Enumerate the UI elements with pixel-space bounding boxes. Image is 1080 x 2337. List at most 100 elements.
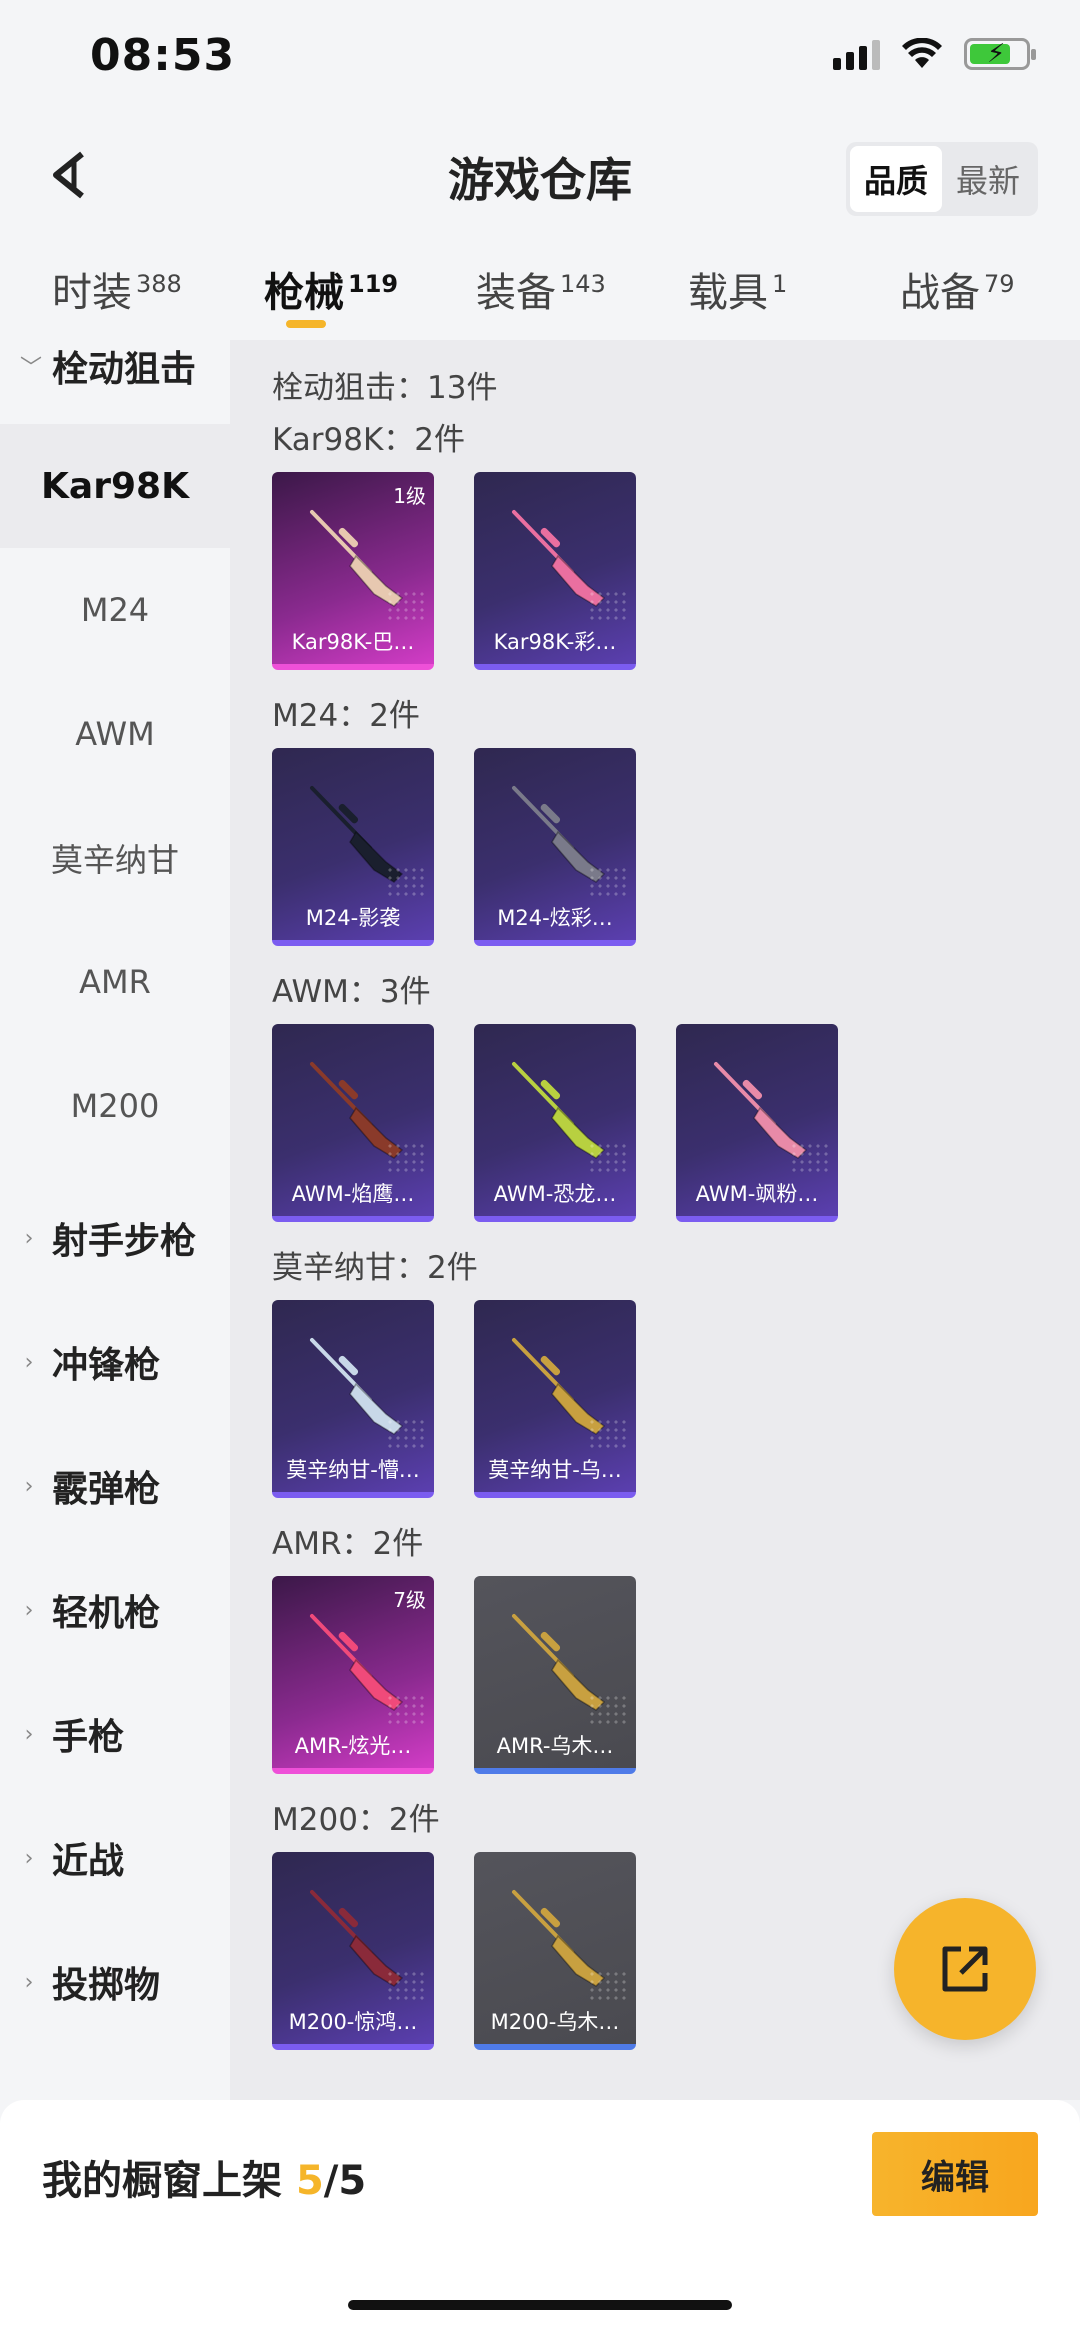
weapon-skin-card[interactable]: AWM-焰鹰… bbox=[272, 1024, 434, 1222]
weapon-skin-card[interactable]: M24-影袭 bbox=[272, 748, 434, 946]
skin-name: M200-惊鸿… bbox=[288, 2010, 418, 2034]
home-indicator bbox=[348, 2300, 732, 2310]
category-tabs: 时装 388 枪械 119 装备 143 载具 1 战备 79 bbox=[0, 240, 1080, 340]
weapon-skin-card[interactable]: Kar98K-彩… bbox=[474, 472, 636, 670]
skin-level-badge: 7级 bbox=[393, 1588, 426, 1612]
sidebar: ﹀ 栓动狙击 Kar98K M24 AWM 莫辛纳甘 AMR M200 › 射手步… bbox=[0, 340, 230, 2100]
signal-icon bbox=[833, 38, 880, 70]
sidebar-group-label: 近战 bbox=[52, 1841, 125, 1882]
tab-label: 装备 bbox=[476, 270, 556, 316]
sort-option-quality[interactable]: 品质 bbox=[849, 146, 942, 212]
tab-fashion[interactable]: 时装 388 bbox=[52, 260, 182, 318]
sidebar-group-throwables[interactable]: › 投掷物 bbox=[20, 1956, 160, 2008]
skin-name: AWM-飒粉… bbox=[695, 1182, 819, 1206]
tab-gear[interactable]: 战备 79 bbox=[900, 260, 1015, 318]
sidebar-group-label: 栓动狙击 bbox=[52, 349, 197, 390]
tab-count: 388 bbox=[136, 269, 182, 298]
card-pattern bbox=[588, 1694, 628, 1728]
skin-name: AWM-恐龙… bbox=[493, 1182, 617, 1206]
weapon-skin-card[interactable]: 莫辛纳甘-乌… bbox=[474, 1300, 636, 1498]
sidebar-group-bolt-action[interactable]: ﹀ 栓动狙击 bbox=[20, 340, 196, 392]
sidebar-group-pistol[interactable]: › 手枪 bbox=[20, 1708, 124, 1760]
weapon-skin-card[interactable]: 1级 Kar98K-巴… bbox=[272, 472, 434, 670]
sort-toggle: 品质 最新 bbox=[845, 142, 1038, 216]
showcase-label: 我的橱窗上架 bbox=[42, 2158, 282, 2204]
section-title: 莫辛纳甘：2件 bbox=[272, 1250, 478, 1286]
tab-count: 119 bbox=[348, 269, 399, 298]
weapon-skin-card[interactable]: AWM-飒粉… bbox=[676, 1024, 838, 1222]
tab-active-indicator bbox=[286, 320, 326, 328]
weapon-skin-card[interactable]: M24-炫彩… bbox=[474, 748, 636, 946]
card-pattern bbox=[386, 1970, 426, 2004]
sidebar-group-label: 轻机枪 bbox=[52, 1593, 161, 1634]
sidebar-item-kar98k[interactable]: Kar98K bbox=[0, 424, 230, 548]
tab-vehicles[interactable]: 载具 1 bbox=[688, 260, 787, 318]
sidebar-group-label: 投掷物 bbox=[52, 1965, 161, 2006]
card-pattern bbox=[386, 1142, 426, 1176]
chevron-right-icon: › bbox=[24, 1845, 34, 1871]
tab-count: 1 bbox=[772, 269, 788, 298]
section-title: M200：2件 bbox=[272, 1802, 440, 1838]
section-title: Kar98K：2件 bbox=[272, 422, 466, 458]
skin-name: AWM-焰鹰… bbox=[291, 1182, 415, 1206]
category-summary: 栓动狙击：13件 bbox=[272, 370, 498, 406]
skin-name: Kar98K-彩… bbox=[493, 630, 617, 654]
share-button[interactable] bbox=[894, 1898, 1036, 2040]
card-pattern bbox=[386, 1694, 426, 1728]
weapon-skin-card[interactable]: 莫辛纳甘-懵… bbox=[272, 1300, 434, 1498]
item-grid-panel: 栓动狙击：13件 Kar98K：2件 1级 Kar98K-巴… Kar98K-彩… M2… bbox=[230, 340, 1080, 2100]
tab-label: 战备 bbox=[900, 270, 980, 316]
skin-name: M200-乌木… bbox=[490, 2010, 620, 2034]
sidebar-group-smg[interactable]: › 冲锋枪 bbox=[20, 1336, 160, 1388]
tab-count: 79 bbox=[984, 269, 1015, 298]
weapon-skin-card[interactable]: 7级 AMR-炫光… bbox=[272, 1576, 434, 1774]
status-bar: 08:53 ⚡ bbox=[0, 0, 1080, 120]
sidebar-group-label: 冲锋枪 bbox=[52, 1345, 161, 1386]
share-external-icon bbox=[942, 1946, 988, 1992]
sidebar-item-mosin[interactable]: 莫辛纳甘 bbox=[0, 796, 230, 920]
tab-firearms[interactable]: 枪械 119 bbox=[264, 260, 398, 318]
sidebar-group-label: 手枪 bbox=[52, 1717, 125, 1758]
wifi-icon bbox=[902, 38, 942, 68]
chevron-right-icon: › bbox=[24, 1349, 34, 1375]
showcase-current-count: 5 bbox=[295, 2158, 324, 2204]
sidebar-group-lmg[interactable]: › 轻机枪 bbox=[20, 1584, 160, 1636]
section-title: AWM：3件 bbox=[272, 974, 431, 1010]
sidebar-group-melee[interactable]: › 近战 bbox=[20, 1832, 124, 1884]
weapon-skin-card[interactable]: M200-乌木… bbox=[474, 1852, 636, 2050]
chevron-right-icon: › bbox=[24, 1969, 34, 1995]
sidebar-item-m24[interactable]: M24 bbox=[0, 548, 230, 672]
card-pattern bbox=[790, 1142, 830, 1176]
chevron-down-icon: ﹀ bbox=[20, 356, 43, 381]
status-time: 08:53 bbox=[90, 30, 236, 81]
skin-name: M24-炫彩… bbox=[497, 906, 613, 930]
sidebar-item-amr[interactable]: AMR bbox=[0, 920, 230, 1044]
status-icons: ⚡ bbox=[833, 38, 1036, 70]
edit-button[interactable]: 编辑 bbox=[872, 2132, 1038, 2216]
skin-name: AMR-炫光… bbox=[294, 1734, 412, 1758]
skin-name: AMR-乌木… bbox=[496, 1734, 614, 1758]
skin-name: M24-影袭 bbox=[305, 906, 401, 930]
sidebar-group-label: 霰弹枪 bbox=[52, 1469, 161, 1510]
sort-option-newest[interactable]: 最新 bbox=[942, 146, 1034, 212]
skin-name: 莫辛纳甘-乌… bbox=[488, 1458, 622, 1482]
tab-count: 143 bbox=[560, 269, 606, 298]
showcase-status: 我的橱窗上架 5/5 bbox=[42, 2148, 366, 2206]
sidebar-item-m200[interactable]: M200 bbox=[0, 1044, 230, 1168]
skin-name: 莫辛纳甘-懵… bbox=[286, 1458, 420, 1482]
card-pattern bbox=[588, 866, 628, 900]
tab-equipment[interactable]: 装备 143 bbox=[476, 260, 606, 318]
weapon-skin-card[interactable]: AMR-乌木… bbox=[474, 1576, 636, 1774]
weapon-skin-card[interactable]: AWM-恐龙… bbox=[474, 1024, 636, 1222]
card-pattern bbox=[588, 590, 628, 624]
card-pattern bbox=[386, 866, 426, 900]
weapon-skin-card[interactable]: M200-惊鸿… bbox=[272, 1852, 434, 2050]
skin-name: Kar98K-巴… bbox=[291, 630, 415, 654]
tab-label: 载具 bbox=[688, 270, 768, 316]
sidebar-group-shotgun[interactable]: › 霰弹枪 bbox=[20, 1460, 160, 1512]
section-title: AMR：2件 bbox=[272, 1526, 424, 1562]
sidebar-item-awm[interactable]: AWM bbox=[0, 672, 230, 796]
sidebar-group-marksman[interactable]: › 射手步枪 bbox=[20, 1212, 196, 1264]
card-pattern bbox=[386, 1418, 426, 1452]
card-pattern bbox=[588, 1418, 628, 1452]
